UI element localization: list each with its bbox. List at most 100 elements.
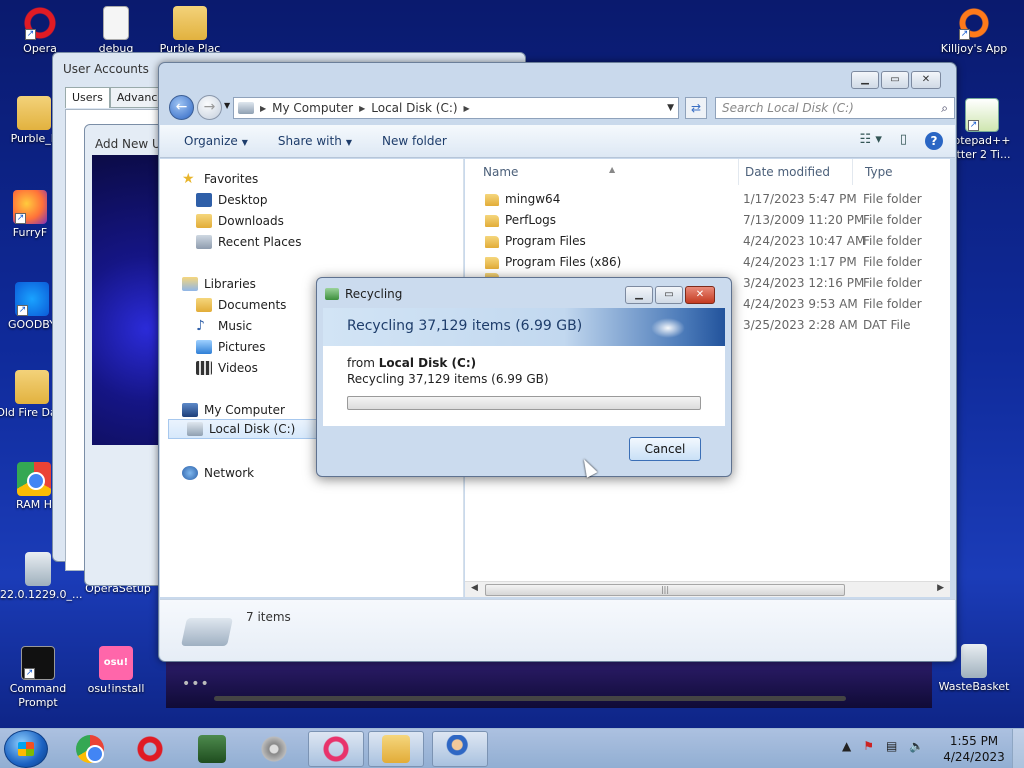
close-button[interactable]: ✕: [911, 71, 941, 89]
nav-network[interactable]: Network: [182, 463, 254, 483]
nav-music[interactable]: ♪ Music: [196, 316, 252, 336]
back-button[interactable]: ←: [169, 95, 194, 120]
desktop-icon-debug[interactable]: debug: [78, 6, 154, 56]
clock[interactable]: 1:55 PM 4/24/2023: [938, 733, 1010, 765]
nav-videos[interactable]: Videos: [196, 358, 258, 378]
nav-label: Desktop: [218, 193, 268, 207]
folder-icon: [485, 193, 499, 206]
recent-pages-chevron-icon[interactable]: ▼: [224, 101, 230, 110]
column-header-date[interactable]: Date modified: [733, 159, 853, 185]
chevron-right-icon[interactable]: ▶: [464, 104, 470, 113]
desktop-icon-command-prompt[interactable]: ↗ Command Prompt: [0, 646, 76, 710]
organize-button[interactable]: Organize ▼: [184, 134, 248, 148]
taskbar-hardware-app[interactable]: [184, 731, 240, 767]
refresh-button[interactable]: ⇄: [685, 97, 707, 119]
forward-button[interactable]: →: [197, 95, 222, 120]
users-icon: [446, 735, 474, 763]
taskbar-settings[interactable]: [246, 731, 302, 767]
minimize-button[interactable]: ▁: [851, 71, 879, 89]
show-hidden-icons-chevron-icon[interactable]: ▲: [842, 739, 851, 753]
nav-desktop[interactable]: Desktop: [196, 190, 268, 210]
breadcrumb-my-computer[interactable]: My Computer: [272, 101, 353, 115]
address-box[interactable]: ▶ My Computer ▶ Local Disk (C:) ▶ ▼: [233, 97, 679, 119]
taskbar-user-accounts[interactable]: [432, 731, 488, 767]
share-with-button[interactable]: Share with ▼: [278, 134, 352, 148]
seek-track[interactable]: [214, 696, 846, 701]
file-date: 7/13/2009 11:20 PM: [743, 213, 865, 227]
maximize-button[interactable]: ▭: [881, 71, 909, 89]
videos-icon: [196, 361, 212, 375]
change-view-icon[interactable]: ☷ ▾: [860, 132, 882, 150]
table-row[interactable]: Program Files (x86) 4/24/2023 1:17 PM Fi…: [465, 252, 950, 273]
table-row[interactable]: Program Files 4/24/2023 10:47 AM File fo…: [465, 231, 950, 252]
column-header-type[interactable]: Type: [853, 159, 950, 185]
file-name: mingw64: [505, 192, 561, 206]
desktop-icon-opera[interactable]: ↗ Opera: [2, 6, 78, 56]
folder-icon: [382, 735, 410, 763]
nav-label: Favorites: [204, 172, 259, 186]
volume-muted-icon[interactable]: 🔈: [909, 739, 924, 753]
nav-documents[interactable]: Documents: [196, 295, 286, 315]
table-row[interactable]: PerfLogs 7/13/2009 11:20 PM File folder: [465, 210, 950, 231]
nav-pictures[interactable]: Pictures: [196, 337, 266, 357]
organize-label: Organize: [184, 134, 238, 148]
window-title: User Accounts: [63, 62, 149, 76]
file-type: File folder: [863, 255, 922, 269]
window-controls: ▁ ▭ ✕: [625, 286, 715, 304]
search-input[interactable]: Search Local Disk (C:) ⌕: [715, 97, 955, 119]
nav-label: Videos: [218, 361, 258, 375]
chevron-right-icon[interactable]: ▶: [260, 104, 266, 113]
desktop-icon-osu[interactable]: osu! osu!install: [78, 646, 154, 696]
nav-downloads[interactable]: Downloads: [196, 211, 284, 231]
network-icon[interactable]: ▤: [886, 739, 897, 753]
action-center-flag-icon[interactable]: ⚑: [863, 739, 874, 753]
nav-local-disk[interactable]: Local Disk (C:): [168, 419, 325, 439]
table-row[interactable]: mingw64 1/17/2023 5:47 PM File folder: [465, 189, 950, 210]
text-file-icon: [103, 6, 129, 40]
taskbar-opera[interactable]: [122, 731, 178, 767]
show-desktop-button[interactable]: [1012, 729, 1024, 768]
scroll-right-icon[interactable]: ▶: [937, 583, 944, 593]
scroll-left-icon[interactable]: ◀: [471, 583, 478, 593]
nav-favorites[interactable]: ★ Favorites: [182, 169, 258, 189]
nav-recent-places[interactable]: Recent Places: [196, 232, 301, 252]
desktop-icon-label: WasteBasket: [938, 680, 1010, 693]
desktop-icon-label: osu!install: [87, 682, 145, 695]
desktop-icon-killjoy[interactable]: ↗ Killjoy's App: [936, 6, 1012, 56]
desktop-icon-label: 22.0.1229.0_...: [0, 588, 83, 601]
drive-icon: [238, 102, 254, 114]
start-button[interactable]: [4, 730, 48, 768]
search-icon: ⌕: [941, 101, 948, 115]
breadcrumb-local-disk[interactable]: Local Disk (C:): [371, 101, 457, 115]
details-pane: 7 items: [160, 599, 955, 661]
taskbar-chrome[interactable]: [62, 731, 118, 767]
more-icon[interactable]: •••: [182, 676, 210, 692]
progress-bar: [347, 396, 701, 410]
new-folder-button[interactable]: New folder: [382, 134, 447, 148]
desktop-icon-purble-place[interactable]: Purble Plac: [152, 6, 228, 56]
taskbar-opera-gx[interactable]: [308, 731, 364, 767]
taskbar-explorer[interactable]: [368, 731, 424, 767]
chevron-down-icon[interactable]: ▼: [667, 103, 674, 113]
file-type: File folder: [863, 297, 922, 311]
network-icon: [182, 466, 198, 480]
tab-users[interactable]: Users: [65, 87, 110, 108]
dialog-content: from Local Disk (C:) Recycling 37,129 it…: [323, 346, 725, 426]
scrollbar-thumb[interactable]: |||: [485, 584, 845, 596]
recycling-dialog[interactable]: Recycling ▁ ▭ ✕ Recycling 37,129 items (…: [316, 277, 732, 477]
close-button[interactable]: ✕: [685, 286, 715, 304]
maximize-button[interactable]: ▭: [655, 286, 683, 304]
column-header-name[interactable]: Name ▲: [471, 159, 739, 185]
minimize-button[interactable]: ▁: [625, 286, 653, 304]
file-name: PerfLogs: [505, 213, 557, 227]
preview-pane-icon[interactable]: ▯: [900, 132, 907, 150]
documents-icon: [196, 298, 212, 312]
source-line: from Local Disk (C:): [347, 356, 476, 370]
chevron-right-icon[interactable]: ▶: [359, 104, 365, 113]
help-icon[interactable]: ?: [925, 132, 943, 150]
nav-my-computer[interactable]: My Computer: [182, 400, 285, 420]
horizontal-scrollbar[interactable]: ◀ ||| ▶: [465, 581, 950, 597]
drive-icon: [187, 422, 203, 436]
nav-libraries[interactable]: Libraries: [182, 274, 256, 294]
cancel-button[interactable]: Cancel: [629, 437, 701, 461]
